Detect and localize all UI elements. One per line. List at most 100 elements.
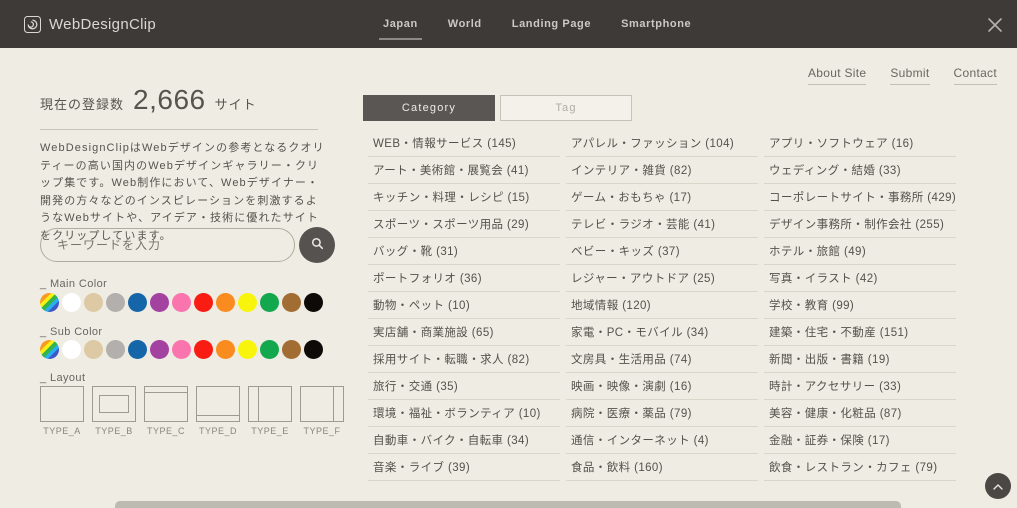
category-link[interactable]: 病院・医療・薬品 (79) [566, 400, 758, 427]
sub-color-swatch-black[interactable] [304, 340, 323, 359]
main-color-swatch-gray[interactable] [106, 293, 125, 312]
nav-item-landing-page[interactable]: Landing Page [512, 12, 591, 36]
layout-thumb-type-c [144, 386, 188, 422]
category-link[interactable]: 採用サイト・転職・求人 (82) [368, 346, 560, 373]
main-color-swatch-blue[interactable] [128, 293, 147, 312]
category-link[interactable]: 実店舗・商業施設 (65) [368, 319, 560, 346]
category-link[interactable]: スポーツ・スポーツ用品 (29) [368, 211, 560, 238]
category-link[interactable]: ウェディング・結婚 (33) [764, 157, 956, 184]
link-submit[interactable]: Submit [890, 66, 929, 85]
page-bottom-edge [115, 501, 901, 508]
category-link[interactable]: 地域情報 (120) [566, 292, 758, 319]
category-link[interactable]: 音楽・ライブ (39) [368, 454, 560, 481]
category-link[interactable]: アート・美術館・展覧会 (41) [368, 157, 560, 184]
nav-item-smartphone[interactable]: Smartphone [621, 12, 691, 36]
sub-color-swatch-blue[interactable] [128, 340, 147, 359]
main-color-swatch-pink[interactable] [172, 293, 191, 312]
layout-option-type-c[interactable]: TYPE_C [144, 386, 188, 436]
category-link[interactable]: 金融・証券・保険 (17) [764, 427, 956, 454]
sub-color-swatch-pink[interactable] [172, 340, 191, 359]
category-link[interactable]: ベビー・キッズ (37) [566, 238, 758, 265]
chevron-up-icon [992, 479, 1004, 494]
main-color-swatch-red[interactable] [194, 293, 213, 312]
sub-color-swatch-rainbow[interactable] [40, 340, 59, 359]
category-link[interactable]: コーポレートサイト・事務所 (429) [764, 184, 956, 211]
layout-thumb-inner [99, 395, 129, 413]
category-link[interactable]: 文房具・生活用品 (74) [566, 346, 758, 373]
category-link[interactable]: バッグ・靴 (31) [368, 238, 560, 265]
nav-item-japan[interactable]: Japan [383, 12, 418, 36]
main-color-swatch-yellow[interactable] [238, 293, 257, 312]
category-column-3: アプリ・ソフトウェア (16)ウェディング・結婚 (33)コーポレートサイト・事… [764, 130, 956, 481]
category-link[interactable]: アプリ・ソフトウェア (16) [764, 130, 956, 157]
layout-thumb-inner [333, 386, 334, 422]
main-color-swatch-green[interactable] [260, 293, 279, 312]
link-about-site[interactable]: About Site [808, 66, 866, 85]
category-link[interactable]: インテリア・雑貨 (82) [566, 157, 758, 184]
category-link[interactable]: 学校・教育 (99) [764, 292, 956, 319]
close-icon[interactable] [986, 16, 1004, 34]
header-nav: Japan World Landing Page Smartphone [383, 0, 691, 48]
sub-color-swatch-brown[interactable] [282, 340, 301, 359]
main-color-swatch-purple[interactable] [150, 293, 169, 312]
category-link[interactable]: 家電・PC・モバイル (34) [566, 319, 758, 346]
category-link[interactable]: 飲食・レストラン・カフェ (79) [764, 454, 956, 481]
layout-option-type-a[interactable]: TYPE_A [40, 386, 84, 436]
layout-option-type-f[interactable]: TYPE_F [300, 386, 344, 436]
sub-color-swatch-purple[interactable] [150, 340, 169, 359]
category-link[interactable]: ゲーム・おもちゃ (17) [566, 184, 758, 211]
count-unit: サイト [215, 94, 257, 113]
category-link[interactable]: テレビ・ラジオ・芸能 (41) [566, 211, 758, 238]
sub-color-swatch-orange[interactable] [216, 340, 235, 359]
category-link[interactable]: レジャー・アウトドア (25) [566, 265, 758, 292]
sub-color-swatch-tan[interactable] [84, 340, 103, 359]
main-color-swatch-black[interactable] [304, 293, 323, 312]
category-link[interactable]: 美容・健康・化粧品 (87) [764, 400, 956, 427]
category-link[interactable]: 食品・飲料 (160) [566, 454, 758, 481]
tab-tag[interactable]: Tag [500, 95, 632, 121]
tab-category[interactable]: Category [363, 95, 495, 121]
category-link[interactable]: 写真・イラスト (42) [764, 265, 956, 292]
layout-thumb-type-b [92, 386, 136, 422]
main-color-swatches [40, 293, 323, 312]
category-link[interactable]: 自動車・バイク・自転車 (34) [368, 427, 560, 454]
search-button[interactable] [299, 227, 335, 263]
main-color-swatch-brown[interactable] [282, 293, 301, 312]
category-link[interactable]: 通信・インターネット (4) [566, 427, 758, 454]
scroll-top-button[interactable] [985, 473, 1011, 499]
category-link[interactable]: 新聞・出版・書籍 (19) [764, 346, 956, 373]
sub-color-swatch-green[interactable] [260, 340, 279, 359]
main-color-swatch-tan[interactable] [84, 293, 103, 312]
category-column-2: アパレル・ファッション (104)インテリア・雑貨 (82)ゲーム・おもちゃ (… [566, 130, 758, 481]
sub-color-swatch-gray[interactable] [106, 340, 125, 359]
sub-color-swatch-red[interactable] [194, 340, 213, 359]
category-link[interactable]: ホテル・旅館 (49) [764, 238, 956, 265]
layout-thumb-inner [196, 415, 240, 416]
main-color-swatch-orange[interactable] [216, 293, 235, 312]
category-link[interactable]: WEB・情報サービス (145) [368, 130, 560, 157]
nav-item-world[interactable]: World [448, 12, 482, 36]
sub-color-swatch-white[interactable] [62, 340, 81, 359]
layout-option-type-b[interactable]: TYPE_B [92, 386, 136, 436]
main-color-swatch-rainbow[interactable] [40, 293, 59, 312]
layout-option-type-e[interactable]: TYPE_E [248, 386, 292, 436]
category-link[interactable]: デザイン事務所・制作会社 (255) [764, 211, 956, 238]
category-link[interactable]: 旅行・交通 (35) [368, 373, 560, 400]
category-link[interactable]: ポートフォリオ (36) [368, 265, 560, 292]
main-color-swatch-white[interactable] [62, 293, 81, 312]
category-link[interactable]: キッチン・料理・レシピ (15) [368, 184, 560, 211]
site-logo[interactable]: WebDesignClip [24, 0, 156, 48]
category-link[interactable]: アパレル・ファッション (104) [566, 130, 758, 157]
layout-thumb-inner [258, 386, 259, 422]
layout-option-type-d[interactable]: TYPE_D [196, 386, 240, 436]
category-link[interactable]: 動物・ペット (10) [368, 292, 560, 319]
category-link[interactable]: 映画・映像・演劇 (16) [566, 373, 758, 400]
category-link[interactable]: 環境・福祉・ボランティア (10) [368, 400, 560, 427]
layout-type-label: TYPE_D [199, 426, 237, 436]
search-input[interactable] [40, 228, 295, 262]
category-link[interactable]: 建築・住宅・不動産 (151) [764, 319, 956, 346]
layout-type-label: TYPE_A [43, 426, 81, 436]
category-link[interactable]: 時計・アクセサリー (33) [764, 373, 956, 400]
link-contact[interactable]: Contact [954, 66, 997, 85]
sub-color-swatch-yellow[interactable] [238, 340, 257, 359]
